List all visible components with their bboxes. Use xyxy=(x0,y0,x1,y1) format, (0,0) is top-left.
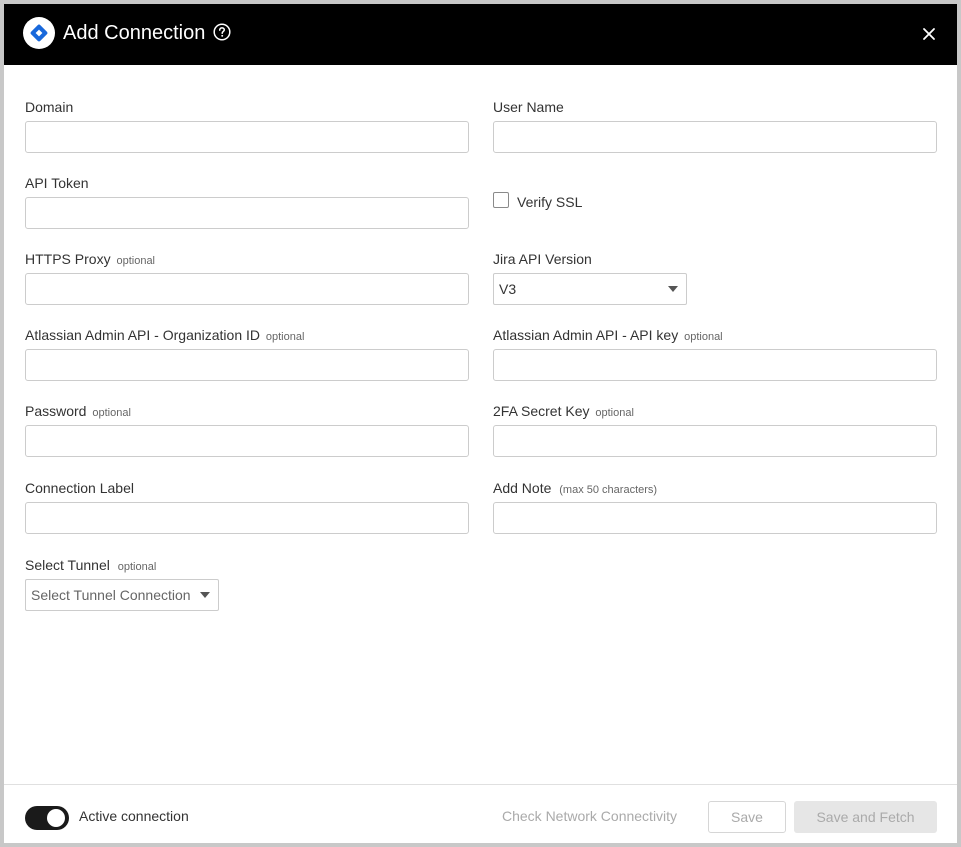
optional-tag: optional xyxy=(117,561,157,573)
org-id-input[interactable] xyxy=(25,349,469,381)
active-connection-toggle[interactable] xyxy=(25,806,69,830)
dialog-header: Add Connection xyxy=(4,4,957,65)
chevron-down-icon xyxy=(668,286,678,292)
save-button[interactable]: Save xyxy=(708,801,786,833)
https-proxy-input[interactable] xyxy=(25,273,469,305)
org-id-label: Atlassian Admin API - Organization ID op… xyxy=(25,327,305,343)
save-and-fetch-button[interactable]: Save and Fetch xyxy=(794,801,937,833)
api-token-input[interactable] xyxy=(25,197,469,229)
select-tunnel-dropdown[interactable]: Select Tunnel Connection xyxy=(25,579,219,611)
check-network-button[interactable]: Check Network Connectivity xyxy=(502,808,677,824)
https-proxy-label: HTTPS Proxy optional xyxy=(25,251,156,267)
active-connection-label: Active connection xyxy=(79,808,189,824)
domain-label: Domain xyxy=(25,99,74,115)
optional-tag: optional xyxy=(92,407,131,419)
help-icon[interactable] xyxy=(213,23,231,41)
add-note-input[interactable] xyxy=(493,502,937,534)
jira-api-version-label: Jira API Version xyxy=(493,251,592,267)
add-connection-dialog: Add Connection Domain User Name API Toke… xyxy=(0,0,961,847)
verify-ssl-checkbox[interactable] xyxy=(493,192,509,208)
admin-api-key-label: Atlassian Admin API - API key optional xyxy=(493,327,723,343)
password-label: Password optional xyxy=(25,403,131,419)
secret-key-label: 2FA Secret Key optional xyxy=(493,403,634,419)
user-name-label: User Name xyxy=(493,99,564,115)
jira-api-version-select[interactable]: V3 xyxy=(493,273,687,305)
toggle-knob xyxy=(47,809,65,827)
chevron-down-icon xyxy=(200,592,210,598)
connection-label-label: Connection Label xyxy=(25,480,134,496)
optional-tag: optional xyxy=(684,331,723,343)
jira-api-version-value: V3 xyxy=(499,281,517,297)
add-note-label: Add Note (max 50 characters) xyxy=(493,480,658,496)
api-token-label: API Token xyxy=(25,175,89,191)
footer-divider xyxy=(4,784,957,785)
dialog-title: Add Connection xyxy=(63,22,206,44)
optional-tag: optional xyxy=(265,331,305,343)
user-name-input[interactable] xyxy=(493,121,937,153)
admin-api-key-input[interactable] xyxy=(493,349,937,381)
jira-logo-icon xyxy=(23,17,55,49)
password-input[interactable] xyxy=(25,425,469,457)
secret-key-input[interactable] xyxy=(493,425,937,457)
optional-tag: optional xyxy=(116,255,156,267)
optional-tag: optional xyxy=(595,407,634,419)
select-tunnel-label: Select Tunnel optional xyxy=(25,557,157,573)
close-icon[interactable] xyxy=(918,23,940,45)
char-limit-hint: (max 50 characters) xyxy=(559,484,658,496)
select-tunnel-placeholder: Select Tunnel Connection xyxy=(31,587,191,603)
verify-ssl-label[interactable]: Verify SSL xyxy=(517,194,582,210)
connection-label-input[interactable] xyxy=(25,502,469,534)
domain-input[interactable] xyxy=(25,121,469,153)
